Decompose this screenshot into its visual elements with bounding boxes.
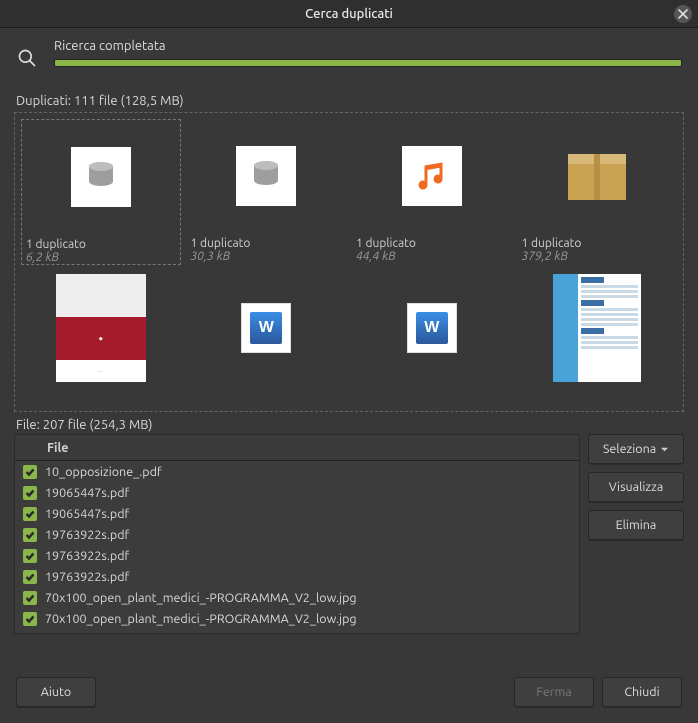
word-icon: W: [356, 273, 508, 383]
row-filename: 19065447s.pdf: [45, 486, 579, 500]
view-button[interactable]: Visualizza: [588, 472, 684, 502]
duplicates-thumbnail-area[interactable]: 1 duplicato 6,2 kB 1 duplicato 30,3 kB 1…: [14, 112, 684, 412]
duplicate-thumbnail[interactable]: W: [187, 271, 347, 389]
table-row[interactable]: 10_opposizione_.pdf: [15, 461, 579, 482]
row-checkbox[interactable]: [15, 549, 45, 563]
row-checkbox[interactable]: [15, 528, 45, 542]
duplicate-thumbnail[interactable]: ◆·····: [21, 271, 181, 389]
thumbnail-caption: 1 duplicato: [191, 237, 251, 250]
music-icon: [356, 121, 508, 231]
thumbnail-caption: 1 duplicato: [522, 237, 582, 250]
table-row[interactable]: 70x100_open_plant_medici_-PROGRAMMA_V2_l…: [15, 587, 579, 608]
duplicate-thumbnail[interactable]: 1 duplicato 6,2 kB: [21, 119, 181, 265]
select-dropdown-label: Seleziona: [603, 442, 656, 456]
package-icon: [522, 121, 674, 231]
table-row[interactable]: 19763922s.pdf: [15, 524, 579, 545]
row-filename: 19763922s.pdf: [45, 549, 579, 563]
row-filename: 10_opposizione_.pdf: [45, 465, 579, 479]
duplicate-thumbnail[interactable]: W: [352, 271, 512, 389]
doc-cv-icon: [522, 273, 674, 383]
search-status-row: Ricerca completata: [0, 28, 698, 72]
table-row[interactable]: 19763922s.pdf: [15, 566, 579, 587]
thumbnail-caption: 1 duplicato: [356, 237, 416, 250]
duplicate-thumbnail[interactable]: 1 duplicato 30,3 kB: [187, 119, 347, 265]
table-row[interactable]: 19763922s.pdf: [15, 545, 579, 566]
titlebar: Cerca duplicati: [0, 0, 698, 28]
database-icon: [26, 122, 176, 232]
file-table: File 10_opposizione_.pdf 19065447s.pdf 1…: [14, 434, 580, 634]
files-label: File: 207 file (254,3 MB): [0, 412, 698, 434]
row-filename: 70x100_open_plant_medici_-PROGRAMMA_V2_l…: [45, 591, 579, 605]
delete-button[interactable]: Elimina: [588, 510, 684, 540]
delete-button-label: Elimina: [616, 518, 657, 532]
row-checkbox[interactable]: [15, 612, 45, 626]
duplicate-thumbnail[interactable]: [518, 271, 678, 389]
view-button-label: Visualizza: [609, 480, 664, 494]
duplicate-thumbnail[interactable]: 1 duplicato 379,2 kB: [518, 119, 678, 265]
thumbnail-subcaption: 379,2 kB: [522, 250, 568, 263]
window-title: Cerca duplicati: [305, 7, 393, 21]
table-row[interactable]: 19065447s.pdf: [15, 482, 579, 503]
search-status-text: Ricerca completata: [54, 39, 682, 53]
search-icon: [16, 38, 38, 68]
duplicates-label: Duplicati: 111 file (128,5 MB): [0, 72, 698, 112]
row-filename: 19763922s.pdf: [45, 528, 579, 542]
close-icon: [678, 9, 688, 19]
row-filename: 70x100_open_plant_medici_-PROGRAMMA_V2_l…: [45, 612, 579, 626]
select-dropdown-button[interactable]: Seleziona: [588, 434, 684, 464]
search-progressbar: [54, 59, 682, 67]
stop-button[interactable]: Ferma: [514, 677, 594, 707]
row-checkbox[interactable]: [15, 507, 45, 521]
table-row[interactable]: 70x100_open_plant_medici_-PROGRAMMA_V2_l…: [15, 608, 579, 629]
thumbnail-subcaption: 6,2 kB: [26, 251, 59, 264]
search-progressbar-fill: [55, 60, 681, 66]
stop-button-label: Ferma: [536, 685, 571, 699]
thumbnail-subcaption: 30,3 kB: [191, 250, 231, 263]
database-icon: [191, 121, 343, 231]
help-button[interactable]: Aiuto: [16, 677, 96, 707]
dialog-footer: Aiuto Ferma Chiudi: [0, 663, 698, 723]
doc-red-icon: ◆·····: [25, 273, 177, 383]
close-button-label: Chiudi: [624, 685, 659, 699]
duplicate-thumbnail[interactable]: 1 duplicato 44,4 kB: [352, 119, 512, 265]
file-list[interactable]: 10_opposizione_.pdf 19065447s.pdf 190654…: [15, 461, 579, 633]
row-filename: 19065447s.pdf: [45, 507, 579, 521]
word-icon: W: [191, 273, 343, 383]
file-column-header: File: [45, 441, 579, 455]
row-checkbox[interactable]: [15, 591, 45, 605]
table-row[interactable]: 19065447s.pdf: [15, 503, 579, 524]
row-checkbox[interactable]: [15, 570, 45, 584]
row-checkbox[interactable]: [15, 465, 45, 479]
close-button[interactable]: Chiudi: [602, 677, 682, 707]
window-close-button[interactable]: [674, 5, 692, 23]
row-checkbox[interactable]: [15, 486, 45, 500]
help-button-label: Aiuto: [41, 685, 72, 699]
row-filename: 19763922s.pdf: [45, 570, 579, 584]
thumbnail-subcaption: 44,4 kB: [356, 250, 396, 263]
thumbnail-caption: 1 duplicato: [26, 238, 86, 251]
chevron-down-icon: [660, 445, 669, 454]
file-table-header[interactable]: File: [15, 435, 579, 461]
